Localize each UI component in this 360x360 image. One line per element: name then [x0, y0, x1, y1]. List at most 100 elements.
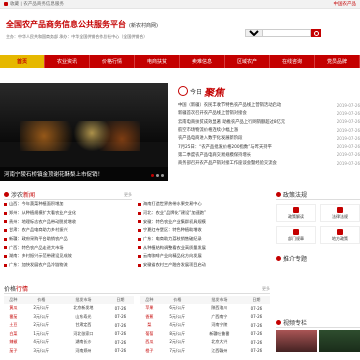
policy-card[interactable]: 部门规章	[276, 226, 316, 244]
today-news-item[interactable]: 7月25日：“农产品批发价格200指数”与昨天持平 2019-07-26	[178, 142, 360, 150]
policy-grid: 政策解读 法律法规 部门规章 地方政策	[276, 200, 360, 244]
bullet-icon	[4, 246, 7, 250]
list-item[interactable]: 新疆：政府采购平台助销农产品	[4, 235, 132, 244]
news-title: 新疆首次召开农产品线上营销对接会	[178, 111, 247, 117]
site-title-text: 全国农产品商务信息公共服务平台	[6, 20, 126, 29]
list-item[interactable]: 安徽：特色农业产业集群初具规模	[138, 217, 270, 226]
table-row[interactable]: 橙子 7元/公斤 江西赣州 07-26	[140, 347, 270, 356]
video-thumbs	[276, 330, 360, 352]
policy-section: 政策法规 政策解读 法律法规 部门规章 地方政策	[276, 190, 360, 244]
news-date: 2019-07-26	[336, 119, 360, 125]
video-title: 视频专栏	[283, 320, 308, 327]
star-icon	[276, 255, 281, 261]
list-item[interactable]: 广东：电商助力荔枝销售破纪录	[138, 235, 270, 244]
news-date: 2019-07-26	[336, 127, 360, 133]
today-news-item[interactable]: 商务部召开农产品产销对接工作座谈会暨经验交流会 2019-07-26	[178, 159, 360, 167]
today-circle-icon	[178, 86, 188, 96]
nav-sales-info[interactable]: 卖难信息	[180, 55, 225, 68]
agri-news-header: 涉农新闻 更多	[4, 190, 132, 200]
main-nav: 首页 农业资讯 价格行情 电商扶贫 卖难信息 区域农产 在线咨询 党员品牌	[0, 55, 360, 68]
bullet-icon	[138, 263, 141, 267]
bullet-icon	[4, 211, 7, 215]
news-title: 航空市场物流价格连续小幅上涨	[178, 128, 239, 134]
search-bar: 新闻	[245, 29, 321, 37]
today-news-item[interactable]: 第二季度农产品电商交易规模保持增长 2019-07-26	[178, 151, 360, 159]
video-thumbnail[interactable]	[276, 330, 317, 352]
nav-consult[interactable]: 在线咨询	[270, 55, 315, 68]
top-right-link[interactable]: 中国农产品	[334, 1, 357, 7]
today-prefix: 今日	[190, 88, 203, 96]
today-logo: 今日 聚焦	[178, 83, 360, 99]
news-date: 2019-07-26	[336, 135, 360, 141]
list-item[interactable]: 郑州：从种植规模扩大看农业产业化	[4, 209, 132, 218]
today-news-list: 中国（新疆）农民丰收节特色农产品线上营销活动启动 2019-07-26 新疆首次召…	[178, 101, 360, 167]
policy-card[interactable]: 地方政策	[320, 226, 360, 244]
list-item[interactable]: 甘肃：农产品电商助力乡村振兴	[4, 226, 132, 235]
list-item[interactable]: 从种植结构调整看农业高质量发展	[138, 243, 270, 252]
list-item[interactable]: 宁夏红寺堡区：特色种植助增收	[138, 226, 270, 235]
nav-prices[interactable]: 价格行情	[90, 55, 135, 68]
table-row[interactable]: 梨 4元/公斤 河南宁陵 07-26	[140, 321, 270, 330]
today-news-item[interactable]: 新疆首次召开农产品线上营销对接会 2019-07-26	[178, 109, 360, 117]
today-news-item[interactable]: 中国（新疆）农民丰收节特色农产品线上营销活动启动 2019-07-26	[178, 101, 360, 109]
agri-news-more-link[interactable]: 更多	[124, 192, 132, 198]
today-news-item[interactable]: 云南电商扶贫成效显著 助推农产品上行网销额超过8亿元 2019-07-26	[178, 118, 360, 126]
policy-card[interactable]: 政策解读	[276, 204, 316, 222]
bullet-icon	[4, 254, 7, 258]
today-news-item[interactable]: 航空市场物流价格连续小幅上涨 2019-07-26	[178, 126, 360, 134]
list-item[interactable]: 广东：加快发展农产品冷链物流	[4, 261, 132, 270]
price-more-link[interactable]: 更多	[262, 286, 270, 292]
table-row[interactable]: 辣椒 4元/公斤 湖南长沙 07-26	[4, 338, 134, 347]
home-icon	[4, 2, 8, 6]
list-item[interactable]: 广西：特色农产品走进大市场	[4, 243, 132, 252]
table-row[interactable]: 葡萄 8元/公斤 新疆吐鲁番 07-26	[140, 330, 270, 339]
video-thumbnail[interactable]	[319, 330, 360, 352]
policy-title: 政策法规	[283, 192, 308, 199]
news-title: 商务部召开农产品产销对接工作座谈会暨经验交流会	[178, 161, 277, 167]
top-home-link[interactable]: 收藏 | 农产品商务信息服务	[4, 1, 64, 7]
hero-dot[interactable]	[161, 174, 164, 177]
table-row[interactable]: 白菜 1元/公斤 河北张家口 07-26	[4, 330, 134, 339]
hero-caption[interactable]: 河南宁陵石桥镇金顶谢花酥梨上市促销！	[0, 167, 168, 181]
table-row[interactable]: 茄子 3元/公斤 河南郑州 07-26	[4, 347, 134, 356]
nav-brand[interactable]: 党员品牌	[315, 55, 360, 68]
price-header: 价格行情 更多	[4, 284, 270, 294]
search-input[interactable]	[263, 29, 311, 37]
nav-regional[interactable]: 区域农产	[225, 55, 270, 68]
list-item[interactable]: 云南咖啡产业向精品化方向发展	[138, 252, 270, 261]
list-item[interactable]: 湖南：乡村振兴示范带建设见成效	[4, 252, 132, 261]
price-table-right: 品种 价格 批发市场 日期 苹果 6元/公斤 陕西洛川 07-26 香蕉 5元/公斤 广西南宁 0…	[140, 296, 270, 355]
table-row[interactable]: 香蕉 5元/公斤 广西南宁 07-26	[140, 313, 270, 322]
search-category-select[interactable]: 新闻	[245, 29, 263, 37]
bullet-icon	[4, 220, 7, 224]
table-row[interactable]: 苹果 6元/公斤 陕西洛川 07-26	[140, 304, 270, 313]
policy-card[interactable]: 法律法规	[320, 204, 360, 222]
leaf-icon	[4, 192, 9, 197]
hero-dots	[151, 174, 164, 177]
search-button[interactable]	[311, 29, 321, 37]
agri-news-section: 涉农新闻 更多 山西：今年蔬菜种植面积增加 郑州：从种植规模扩大看农业产业化 贵…	[4, 190, 132, 270]
nav-agri-news[interactable]: 农业资讯	[45, 55, 90, 68]
nav-home[interactable]: 首页	[0, 55, 45, 68]
hero-dot[interactable]	[151, 174, 154, 177]
news-title: 中国（新疆）农民丰收节特色农产品线上营销活动启动	[178, 103, 282, 109]
bullet-icon	[138, 237, 141, 241]
today-news-item[interactable]: 农产品电商进入数字化发展新阶段 2019-07-26	[178, 134, 360, 142]
bullet-icon	[138, 220, 141, 224]
list-item[interactable]: 河北：农业“品牌化”建设“加速跑”	[138, 209, 270, 218]
hero-dot[interactable]	[156, 174, 159, 177]
bullet-icon	[138, 202, 141, 206]
announcement-section: 海南打造世界热带水果交易中心 河北：农业“品牌化”建设“加速跑” 安徽：特色农业…	[138, 200, 270, 270]
table-row[interactable]: 土豆 2元/公斤 甘肃定西 07-26	[4, 321, 134, 330]
table-row[interactable]: 黄瓜 2元/公斤 北京新发地 07-26	[4, 304, 134, 313]
list-item[interactable]: 贵州：地理标志农产品带动脱贫增收	[4, 217, 132, 226]
news-date: 2019-07-26	[336, 110, 360, 116]
table-row[interactable]: 番茄 3元/公斤 山东寿光 07-26	[4, 313, 134, 322]
nav-ecommerce[interactable]: 电商扶贫	[135, 55, 180, 68]
list-item[interactable]: 海南打造世界热带水果交易中心	[138, 200, 270, 209]
document-icon	[337, 206, 343, 213]
list-item[interactable]: 山西：今年蔬菜种植面积增加	[4, 200, 132, 209]
list-item[interactable]: 安徽省农村三产融合发展项目启动	[138, 261, 270, 270]
hero-slider[interactable]: 河南宁陵石桥镇金顶谢花酥梨上市促销！	[0, 83, 168, 181]
table-row[interactable]: 西瓜 2元/公斤 北京大兴 07-26	[140, 338, 270, 347]
